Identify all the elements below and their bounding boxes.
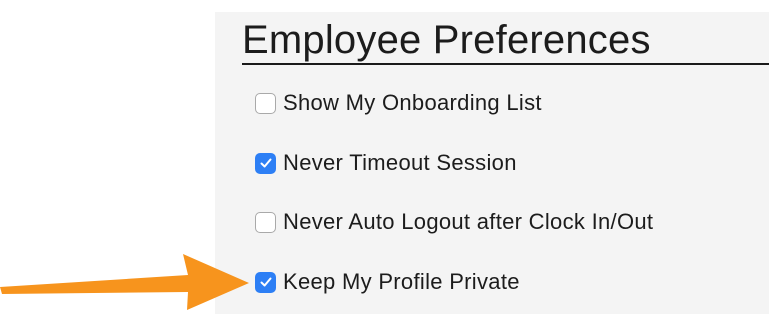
- pref-never-timeout-session[interactable]: Never Timeout Session: [255, 149, 517, 177]
- panel-title: Employee Preferences: [242, 18, 651, 62]
- checkmark-icon: [260, 277, 271, 287]
- employee-preferences-panel: Employee Preferences Show My Onboarding …: [215, 12, 769, 314]
- arrow-right-icon: [0, 254, 249, 310]
- checkmark-icon: [260, 158, 271, 168]
- pref-show-onboarding-list[interactable]: Show My Onboarding List: [255, 89, 542, 117]
- never-auto-logout-checkbox[interactable]: [255, 211, 276, 233]
- pref-label: Keep My Profile Private: [283, 269, 520, 294]
- pref-label: Never Timeout Session: [283, 150, 517, 175]
- pref-never-auto-logout[interactable]: Never Auto Logout after Clock In/Out: [255, 208, 653, 236]
- show-onboarding-list-checkbox[interactable]: [255, 92, 276, 114]
- pref-keep-profile-private[interactable]: Keep My Profile Private: [255, 268, 520, 296]
- title-divider: [242, 63, 769, 65]
- screenshot-canvas: Employee Preferences Show My Onboarding …: [0, 0, 769, 314]
- pref-label: Show My Onboarding List: [283, 90, 542, 115]
- pref-label: Never Auto Logout after Clock In/Out: [283, 209, 654, 234]
- never-timeout-session-checkbox[interactable]: [255, 152, 276, 174]
- keep-profile-private-checkbox[interactable]: [255, 271, 276, 293]
